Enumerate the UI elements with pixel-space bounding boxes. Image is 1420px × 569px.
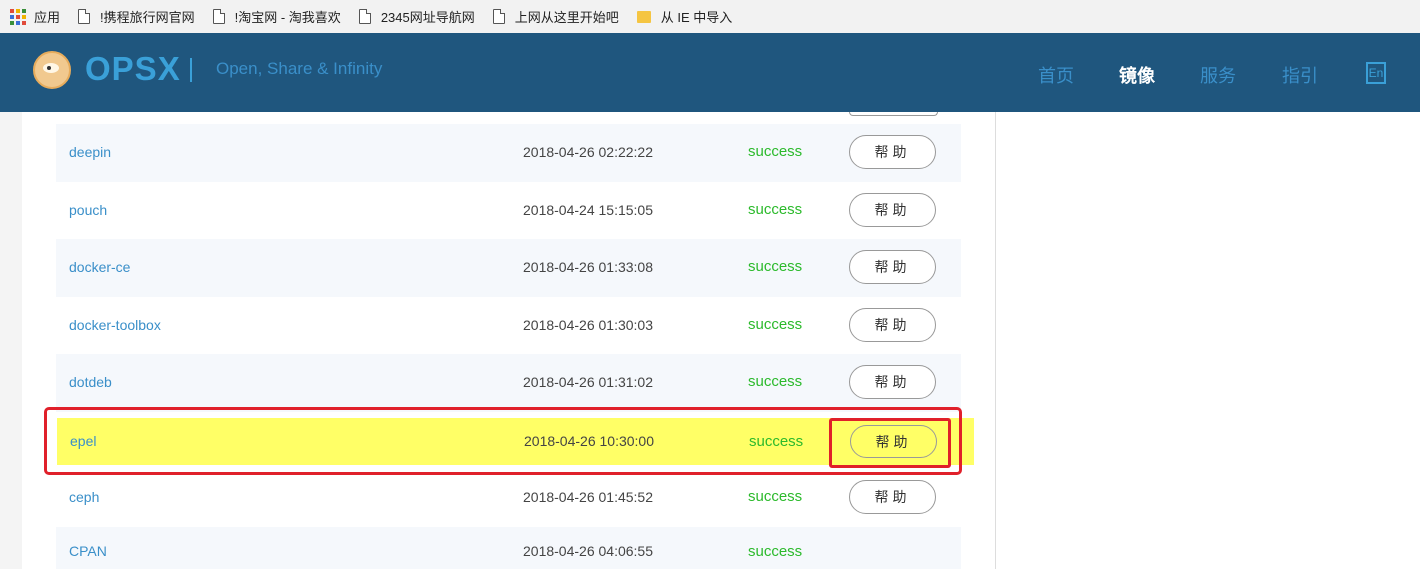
mirror-sync-time: 2018-04-26 01:45:52: [523, 489, 653, 505]
mirror-name-link[interactable]: CPAN: [69, 543, 107, 559]
right-sidebar: [996, 112, 1420, 569]
mirror-sync-time: 2018-04-24 15:15:05: [523, 202, 653, 218]
mirror-status: success: [748, 488, 803, 505]
bookmark-taobao[interactable]: !淘宝网 - 淘我喜欢: [212, 7, 341, 26]
page-icon: [358, 9, 371, 24]
mirror-name-link[interactable]: docker-toolbox: [69, 317, 161, 333]
help-button[interactable]: 帮助: [849, 308, 936, 342]
bookmark-apps[interactable]: 应用: [10, 7, 60, 26]
bookmarks-bar: 应用 !携程旅行网官网 !淘宝网 - 淘我喜欢 2345网址导航网 上网从这里开…: [0, 0, 1420, 34]
bookmark-label: 2345网址导航网: [380, 10, 475, 25]
mirror-status: success: [748, 258, 803, 275]
help-button[interactable]: 帮助: [849, 480, 936, 514]
mirror-status: success: [748, 543, 803, 560]
mirror-name-link[interactable]: docker-ce: [69, 259, 130, 275]
brand-name[interactable]: OPSX: [85, 50, 181, 88]
mirror-status: success: [748, 143, 803, 160]
bookmark-label: 上网从这里开始吧: [514, 10, 619, 25]
logo-icon[interactable]: [33, 51, 71, 89]
mirror-name-link[interactable]: ceph: [69, 489, 99, 505]
annotation-button-box: [829, 418, 951, 468]
brand-divider: [190, 58, 192, 82]
table-row: docker-toolbox 2018-04-26 01:30:03 succe…: [56, 297, 961, 355]
mirror-name-link[interactable]: dotdeb: [69, 374, 112, 390]
help-button[interactable]: 帮助: [849, 250, 936, 284]
page-icon: [492, 9, 505, 24]
site-navbar: OPSX Open, Share & Infinity 首页 镜像 服务 指引 …: [0, 33, 1420, 112]
language-toggle-button[interactable]: En: [1366, 62, 1386, 84]
mirror-sync-time: 2018-04-26 01:31:02: [523, 374, 653, 390]
table-row: dotdeb 2018-04-26 01:31:02 success 帮助: [56, 354, 961, 412]
help-button[interactable]: 帮助: [849, 135, 936, 169]
table-row: docker-ce 2018-04-26 01:33:08 success 帮助: [56, 239, 961, 297]
mirror-status: success: [748, 373, 803, 390]
table-row: deepin 2018-04-26 02:22:22 success 帮助: [56, 124, 961, 182]
bookmark-label: !携程旅行网官网: [100, 10, 195, 25]
annotation-row-box: [44, 407, 962, 475]
bookmark-2345[interactable]: 2345网址导航网: [358, 7, 475, 26]
bookmark-label: 从 IE 中导入: [660, 10, 733, 25]
page-icon: [78, 9, 91, 24]
bookmark-start[interactable]: 上网从这里开始吧: [492, 7, 619, 26]
partial-help-button: [849, 112, 938, 116]
mirror-status: success: [748, 316, 803, 333]
bookmark-ctrip[interactable]: !携程旅行网官网: [78, 7, 195, 26]
table-row: ceph 2018-04-26 01:45:52 success 帮助: [56, 469, 961, 527]
nav-services[interactable]: 服务: [1200, 62, 1236, 88]
bookmark-label: 应用: [34, 10, 61, 25]
mirror-name-link[interactable]: pouch: [69, 202, 107, 218]
nav-mirrors[interactable]: 镜像: [1119, 62, 1155, 88]
page-icon: [212, 9, 225, 24]
bookmark-import-ie[interactable]: 从 IE 中导入: [636, 7, 733, 26]
nav-guide[interactable]: 指引: [1282, 62, 1318, 88]
mirror-name-link[interactable]: deepin: [69, 144, 111, 160]
mirror-sync-time: 2018-04-26 01:30:03: [523, 317, 653, 333]
mirror-sync-time: 2018-04-26 04:06:55: [523, 543, 653, 559]
apps-grid-icon: [10, 8, 26, 25]
brand-slogan: Open, Share & Infinity: [216, 59, 383, 78]
bookmark-label: !淘宝网 - 淘我喜欢: [234, 10, 341, 25]
mirror-list-panel: deepin 2018-04-26 02:22:22 success 帮助 po…: [22, 112, 996, 569]
table-row: CPAN 2018-04-26 04:06:55 success: [56, 527, 961, 569]
folder-icon: [636, 10, 651, 23]
table-row: pouch 2018-04-24 15:15:05 success 帮助: [56, 182, 961, 240]
mirror-sync-time: 2018-04-26 01:33:08: [523, 259, 653, 275]
help-button[interactable]: 帮助: [849, 365, 936, 399]
help-button[interactable]: 帮助: [849, 193, 936, 227]
mirror-status: success: [748, 201, 803, 218]
nav-home[interactable]: 首页: [1038, 62, 1074, 88]
mirror-sync-time: 2018-04-26 02:22:22: [523, 144, 653, 160]
